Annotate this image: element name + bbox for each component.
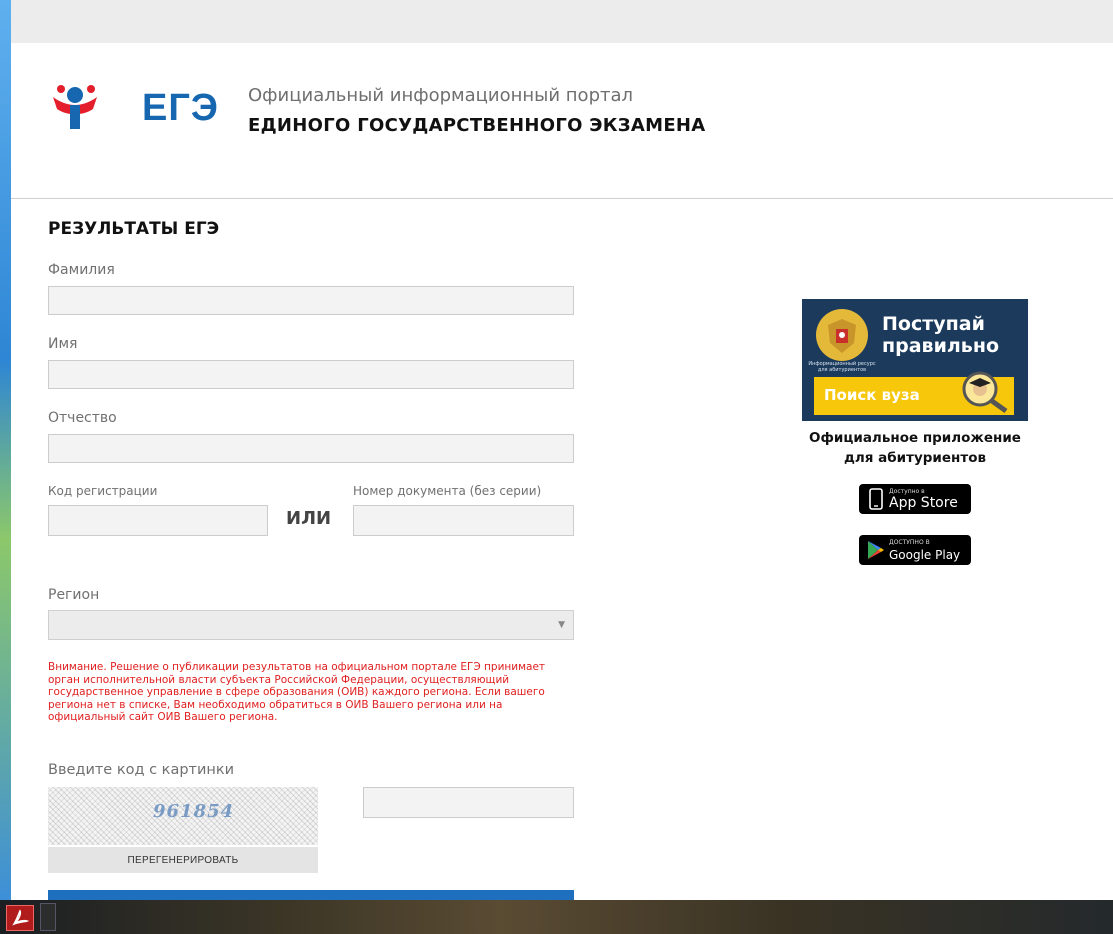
patronymic-input[interactable] <box>48 434 574 463</box>
appstore-button[interactable]: Доступно в App Store <box>859 484 971 514</box>
site-header: ЕГЭ Официальный информационный портал ЕД… <box>11 43 1113 199</box>
portal-title: ЕДИНОГО ГОСУДАРСТВЕННОГО ЭКЗАМЕНА <box>248 115 706 136</box>
region-label: Регион <box>48 587 100 603</box>
patronymic-label: Отчество <box>48 410 117 426</box>
browser-topbar <box>11 0 1113 43</box>
name-input[interactable] <box>48 360 574 389</box>
googleplay-small-text: ДОСТУПНО В <box>889 539 930 546</box>
region-warning: Внимание. Решение о публикации результат… <box>48 661 546 724</box>
taskbar <box>0 900 1113 934</box>
surname-label: Фамилия <box>48 262 115 278</box>
doc-number-label: Номер документа (без серии) <box>353 484 542 498</box>
app-caption: Официальное приложение для абитуриентов <box>781 428 1049 468</box>
captcha-image: 961854 <box>48 787 318 845</box>
or-separator: ИЛИ <box>286 508 332 529</box>
taskbar-separator <box>40 903 56 931</box>
ege-logo[interactable]: ЕГЭ <box>47 83 218 133</box>
banner-title-line2: правильно <box>882 335 999 357</box>
reg-code-label: Код регистрации <box>48 484 158 498</box>
ege-logo-icon <box>53 85 97 129</box>
submit-button[interactable] <box>48 890 574 900</box>
desktop-edge <box>0 0 11 900</box>
banner-emblem-caption: Информационный ресурс для абитуриентов <box>808 361 876 373</box>
banner-title-line1: Поступай <box>882 313 985 335</box>
app-caption-line2: для абитуриентов <box>843 450 987 466</box>
apple-phone-icon <box>869 488 883 510</box>
captcha-input[interactable] <box>363 787 574 818</box>
doc-number-input[interactable] <box>353 505 574 536</box>
taskbar-acrobat-button[interactable] <box>6 905 34 931</box>
appstore-small-text: Доступно в <box>889 488 925 495</box>
reg-code-input[interactable] <box>48 505 268 536</box>
chevron-down-icon: ▼ <box>558 620 565 630</box>
surname-input[interactable] <box>48 286 574 315</box>
region-select[interactable]: ▼ <box>48 610 574 640</box>
regenerate-button[interactable]: ПЕРЕГЕНЕРИРОВАТЬ <box>48 847 318 873</box>
google-play-icon <box>868 541 884 559</box>
vuz-search-banner[interactable]: Информационный ресурс для абитуриентов П… <box>802 299 1028 421</box>
captcha-label: Введите код с картинки <box>48 762 235 778</box>
googleplay-button[interactable]: ДОСТУПНО В Google Play <box>859 535 971 565</box>
captcha-code: 961854 <box>153 801 235 822</box>
browser-window: ЕГЭ Официальный информационный портал ЕД… <box>11 0 1113 900</box>
appstore-big-text: App Store <box>889 495 958 511</box>
gerb-emblem-icon <box>816 309 868 361</box>
banner-title: Поступай правильно <box>882 313 999 357</box>
banner-button-label: Поиск вуза <box>824 386 920 404</box>
banner-search-button[interactable]: Поиск вуза <box>814 371 1014 415</box>
name-label: Имя <box>48 336 78 352</box>
form-title: РЕЗУЛЬТАТЫ ЕГЭ <box>48 219 220 239</box>
googleplay-big-text: Google Play <box>889 548 961 562</box>
acrobat-icon <box>12 909 29 926</box>
portal-subtitle: Официальный информационный портал <box>248 85 634 106</box>
app-caption-line1: Официальное приложение <box>809 430 1021 446</box>
magnifier-graduate-icon <box>962 371 1008 413</box>
logo-text: ЕГЭ <box>142 87 219 129</box>
